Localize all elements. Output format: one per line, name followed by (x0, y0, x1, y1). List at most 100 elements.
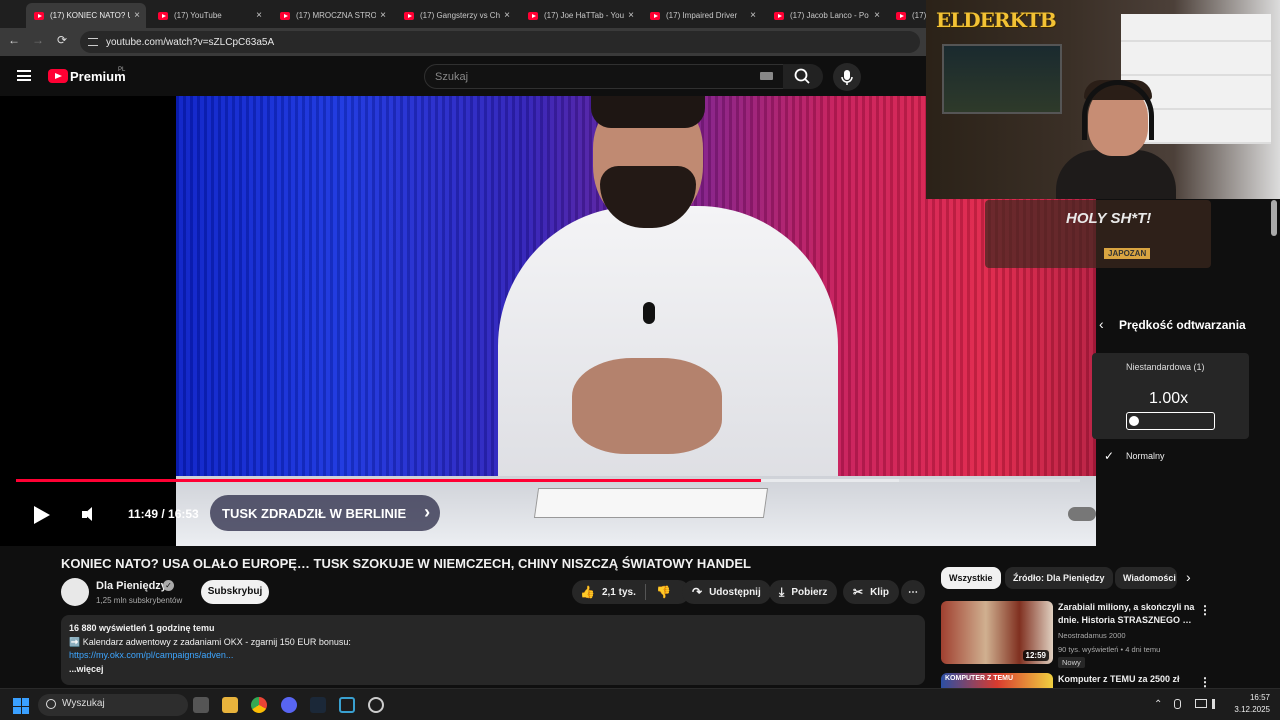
task-view-icon[interactable] (193, 697, 209, 713)
description-text: ➡️ Kalendarz adwentowy z zadaniami OKX -… (69, 637, 351, 647)
chip-all[interactable]: Wszystkie (941, 567, 1001, 589)
streamer-logo: ELDERKTB (936, 8, 1057, 32)
display-tray-icon[interactable] (1195, 699, 1207, 708)
description-link[interactable]: https://my.okx.com/pl/campaigns/adven... (69, 650, 233, 660)
taskbar-clock[interactable]: 16:57 3.12.2025 (1226, 692, 1270, 716)
close-tab-icon[interactable]: × (380, 10, 386, 21)
close-tab-icon[interactable]: × (874, 10, 880, 21)
mic-icon (841, 70, 853, 85)
search-button[interactable] (783, 64, 823, 89)
presenter-shirt (498, 206, 838, 506)
download-icon: ⤓ (779, 584, 785, 599)
chrome-icon[interactable] (251, 697, 267, 713)
like-button[interactable]: 👍 2,1 tys. 👎 (572, 580, 690, 604)
youtube-masthead: Premium PL Szukaj (0, 56, 930, 96)
more-actions-button[interactable]: ⋯ (901, 580, 925, 604)
keyboard-icon[interactable] (760, 72, 773, 80)
address-bar[interactable]: youtube.com/watch?v=sZLCpC63a5A (80, 31, 920, 53)
microphone-tray-icon[interactable] (1174, 699, 1181, 709)
windows-taskbar: Wyszukaj ⌃ 16:57 3.12.2025 (0, 688, 1280, 720)
youtube-favicon-icon (896, 11, 906, 20)
tab-title: (17) YouTube (174, 11, 222, 20)
reload-icon[interactable]: ⟳ (54, 33, 70, 47)
close-tab-icon[interactable]: × (504, 10, 510, 21)
browser-tab[interactable]: (17) Jaco (888, 3, 928, 28)
duration-badge: 12:59 (1022, 650, 1049, 661)
youtube-logo-icon[interactable] (48, 69, 68, 83)
tab-title: (17) Gangsterzy vs Ch (420, 11, 501, 20)
back-arrow-icon[interactable]: ← (6, 33, 22, 47)
clip-button[interactable]: ✂ Klip (843, 580, 899, 604)
forward-arrow-icon[interactable]: → (30, 33, 46, 47)
search-placeholder: Szukaj (435, 71, 469, 83)
youtube-favicon-icon (404, 11, 414, 20)
autoplay-toggle[interactable] (1068, 507, 1096, 521)
show-more-link[interactable]: ...więcej (69, 664, 104, 674)
browser-tab[interactable]: (17) Impaired Driver × (642, 3, 762, 28)
mic-button[interactable] (833, 63, 861, 91)
subscribe-button[interactable]: Subskrybuj (201, 580, 269, 604)
page-scrollbar[interactable] (1271, 200, 1277, 236)
related-title[interactable]: Komputer z TEMU za 2500 zł (1058, 673, 1198, 686)
tab-title: (17) KONIEC NATO? U (50, 11, 131, 20)
download-label: Pobierz (791, 586, 828, 598)
app-icon[interactable] (339, 697, 355, 713)
chapter-title: TUSK ZDRADZIŁ W BERLINIE (222, 505, 407, 521)
steam-icon[interactable] (310, 697, 326, 713)
aquarium (942, 44, 1062, 114)
browser-tab-active[interactable]: (17) KONIEC NATO? U × (26, 3, 146, 28)
browser-tab[interactable]: (17) Gangsterzy vs Ch × (396, 3, 516, 28)
chevron-right-icon[interactable]: › (1186, 569, 1191, 585)
related-title[interactable]: Zarabiali miliony, a skończyli na dnie. … (1058, 601, 1198, 627)
channel-avatar[interactable] (61, 578, 89, 606)
more-vertical-icon[interactable]: ⋮ (1199, 675, 1211, 689)
related-video[interactable]: 12:59 Zarabiali miliony, a skończyli na … (941, 601, 1221, 671)
custom-speed-value: 1.00x (1149, 390, 1189, 407)
youtube-favicon-icon (774, 11, 784, 20)
discord-icon[interactable] (281, 697, 297, 713)
taskbar-search-label: Wyszukaj (62, 698, 105, 709)
related-video[interactable]: KOMPUTER Z TEMU Komputer z TEMU za 2500 … (941, 673, 1221, 693)
windows-start-icon[interactable] (13, 698, 29, 714)
menu-icon[interactable] (17, 70, 31, 81)
share-button[interactable]: ↷ Udostępnij (682, 580, 771, 604)
site-settings-icon[interactable] (88, 38, 98, 46)
youtube-favicon-icon (650, 11, 660, 20)
file-explorer-icon[interactable] (222, 697, 238, 713)
browser-tab[interactable]: (17) Joe HaTTab - You × (520, 3, 640, 28)
download-button[interactable]: ⤓ Pobierz (769, 580, 838, 604)
close-tab-icon[interactable]: × (750, 10, 756, 21)
browser-tab[interactable]: (17) MROCZNA STRO × (272, 3, 392, 28)
search-input[interactable]: Szukaj (424, 64, 784, 89)
chip-news[interactable]: Wiadomości (1115, 567, 1177, 589)
tray-overflow-icon[interactable]: ⌃ (1154, 699, 1162, 710)
close-tab-icon[interactable]: × (256, 10, 262, 21)
close-tab-icon[interactable]: × (134, 10, 140, 21)
obs-icon[interactable] (368, 697, 384, 713)
browser-tab[interactable]: (17) Jacob Lanco - Po × (766, 3, 886, 28)
youtube-favicon-icon (528, 11, 538, 20)
chapter-button[interactable]: TUSK ZDRADZIŁ W BERLINIE (210, 495, 441, 531)
speed-slider-thumb[interactable] (1129, 416, 1139, 426)
browser-tab[interactable]: (17) YouTube × (150, 3, 268, 28)
new-badge: Nowy (1058, 657, 1085, 668)
taskbar-search[interactable]: Wyszukaj (38, 694, 188, 716)
tab-title: (17) Jacob Lanco - Po (790, 11, 869, 20)
desk-paper (533, 488, 769, 518)
close-tab-icon[interactable]: × (628, 10, 634, 21)
volume-icon[interactable] (82, 506, 98, 522)
related-thumbnail[interactable]: 12:59 (941, 601, 1053, 664)
progress-bar[interactable] (16, 479, 1080, 482)
custom-speed-label: Niestandardowa (1) (1126, 362, 1205, 372)
thumbnail-text: KOMPUTER Z TEMU (945, 675, 1014, 682)
speaker-tray-icon[interactable] (1212, 699, 1222, 709)
play-icon[interactable] (32, 505, 52, 525)
chip-source[interactable]: Źródło: Dla Pieniędzy (1005, 567, 1113, 589)
speed-option-normal[interactable]: Normalny (1126, 451, 1165, 461)
channel-name[interactable]: Dla Pieniędzy (96, 580, 167, 592)
speed-slider[interactable] (1126, 412, 1215, 430)
related-channel[interactable]: Neostradamus 2000 (1058, 631, 1126, 640)
more-vertical-icon[interactable]: ⋮ (1199, 603, 1211, 617)
thumbs-down-icon[interactable]: 👎 (656, 585, 671, 599)
back-chevron-icon[interactable]: ‹ (1099, 316, 1104, 332)
